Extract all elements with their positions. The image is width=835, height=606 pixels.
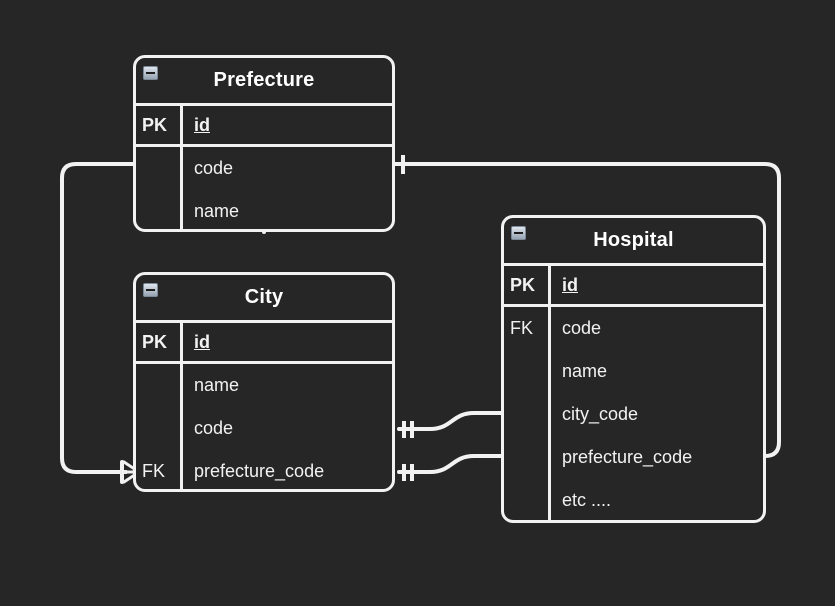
table-row[interactable]: PK id bbox=[504, 263, 763, 307]
key-indicator bbox=[136, 407, 180, 450]
table-row[interactable]: name bbox=[136, 364, 392, 407]
key-indicator: PK bbox=[142, 331, 168, 352]
entity-prefecture-title: Prefecture bbox=[213, 69, 315, 91]
table-row[interactable]: FK prefecture_code bbox=[136, 450, 392, 489]
entity-hospital-header: Hospital bbox=[504, 218, 763, 263]
table-row[interactable]: code bbox=[136, 147, 392, 190]
attribute-name: name bbox=[548, 350, 763, 393]
link-city-hospital-lower bbox=[397, 454, 503, 474]
key-indicator bbox=[504, 350, 548, 393]
table-row[interactable]: PK id bbox=[136, 103, 392, 147]
table-row[interactable]: city_code bbox=[504, 393, 763, 436]
minus-box-icon[interactable] bbox=[143, 283, 158, 297]
attribute-name: code bbox=[180, 407, 392, 450]
attribute-name: name bbox=[180, 190, 392, 229]
attribute-name: city_code bbox=[548, 393, 763, 436]
attribute-label: id bbox=[194, 114, 210, 135]
er-diagram-canvas: Prefecture PK id code name City PK id na… bbox=[0, 0, 835, 606]
key-indicator bbox=[504, 479, 548, 520]
entity-prefecture-rows: PK id code name bbox=[136, 103, 392, 229]
attribute-label: id bbox=[194, 331, 210, 352]
attribute-name: id bbox=[548, 266, 763, 304]
entity-city-rows: PK id name code FK prefecture_code bbox=[136, 320, 392, 489]
table-row[interactable]: name bbox=[504, 350, 763, 393]
entity-prefecture-header: Prefecture bbox=[136, 58, 392, 103]
link-city-hospital-upper bbox=[397, 411, 503, 431]
key-indicator bbox=[136, 147, 180, 190]
attribute-name: etc .... bbox=[548, 479, 763, 520]
entity-hospital[interactable]: Hospital PK id FK code name city_code pr… bbox=[501, 215, 766, 523]
key-indicator bbox=[504, 436, 548, 479]
key-indicator bbox=[136, 364, 180, 407]
table-row[interactable]: code bbox=[136, 407, 392, 450]
key-indicator: PK bbox=[510, 274, 536, 295]
attribute-name: name bbox=[180, 364, 392, 407]
minus-box-icon[interactable] bbox=[511, 226, 526, 240]
attribute-name: id bbox=[180, 323, 392, 361]
minus-box-icon[interactable] bbox=[143, 66, 158, 80]
attribute-name: id bbox=[180, 106, 392, 144]
entity-city[interactable]: City PK id name code FK prefecture_code bbox=[133, 272, 395, 492]
entity-prefecture[interactable]: Prefecture PK id code name bbox=[133, 55, 395, 232]
table-row[interactable]: prefecture_code bbox=[504, 436, 763, 479]
attribute-name: prefecture_code bbox=[548, 436, 763, 479]
key-indicator: PK bbox=[142, 114, 168, 135]
table-row[interactable]: etc .... bbox=[504, 479, 763, 520]
entity-hospital-title: Hospital bbox=[593, 229, 674, 251]
key-indicator: FK bbox=[142, 461, 166, 481]
entity-city-title: City bbox=[244, 286, 284, 308]
attribute-label: id bbox=[562, 274, 578, 295]
table-row[interactable]: name bbox=[136, 190, 392, 229]
table-row[interactable]: FK code bbox=[504, 307, 763, 350]
entity-hospital-rows: PK id FK code name city_code prefecture_… bbox=[504, 263, 763, 520]
attribute-name: code bbox=[180, 147, 392, 190]
attribute-name: prefecture_code bbox=[180, 450, 392, 489]
attribute-name: code bbox=[548, 307, 763, 350]
key-indicator bbox=[504, 393, 548, 436]
table-row[interactable]: PK id bbox=[136, 320, 392, 364]
entity-city-header: City bbox=[136, 275, 392, 320]
key-indicator: FK bbox=[510, 318, 534, 338]
key-indicator bbox=[136, 190, 180, 229]
